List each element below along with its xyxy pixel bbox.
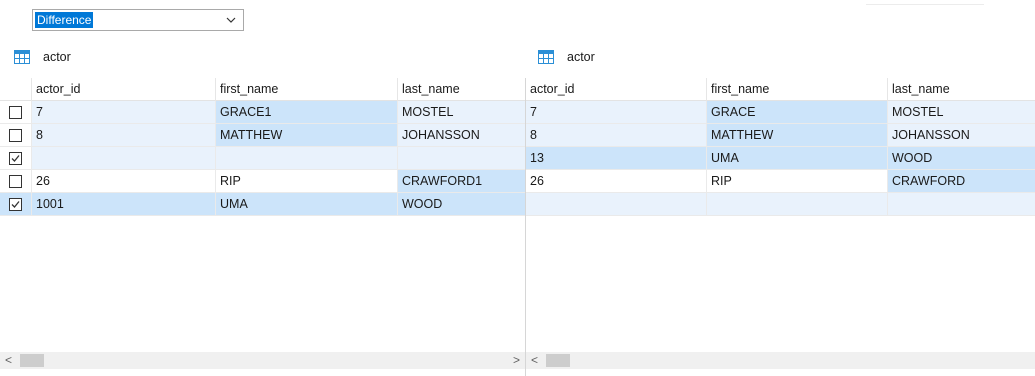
cell-actor-id[interactable]: 26 — [526, 170, 707, 193]
cell-first-name[interactable]: RIP — [707, 170, 888, 193]
scrollbar-thumb[interactable] — [20, 354, 44, 367]
table-row[interactable]: 26 RIP CRAWFORD1 — [0, 170, 525, 193]
cell-first-name[interactable]: UMA — [707, 147, 888, 170]
chevron-down-icon[interactable] — [225, 13, 237, 27]
checkbox-column-header — [0, 78, 32, 101]
column-header-last-name[interactable]: last_name — [888, 78, 1035, 101]
unchecked-checkbox[interactable] — [9, 128, 22, 142]
checked-checkbox[interactable] — [9, 151, 22, 165]
column-header-actor-id[interactable]: actor_id — [32, 78, 216, 101]
table-icon — [538, 50, 554, 64]
checkmark-icon — [11, 154, 20, 162]
top-right-divider — [866, 4, 984, 5]
cell-first-name[interactable]: MATTHEW — [707, 124, 888, 147]
row-checkbox-cell — [0, 147, 32, 170]
cell-first-name[interactable]: UMA — [216, 193, 398, 216]
cell-last-name[interactable]: MOSTEL — [398, 101, 525, 124]
column-header-first-name[interactable]: first_name — [216, 78, 398, 101]
table-row[interactable]: 7 GRACE1 MOSTEL — [0, 101, 525, 124]
table-row[interactable] — [0, 147, 525, 170]
right-header-row: actor_id first_name last_name — [526, 78, 1035, 101]
right-table-name: actor — [567, 50, 595, 64]
row-checkbox-cell — [0, 101, 32, 124]
left-panel-title: actor — [14, 47, 71, 67]
column-header-actor-id[interactable]: actor_id — [526, 78, 707, 101]
table-row[interactable] — [526, 193, 1035, 216]
right-panel-title: actor — [538, 47, 595, 67]
table-row[interactable]: 8 MATTHEW JOHANSSON — [0, 124, 525, 147]
cell-first-name[interactable]: MATTHEW — [216, 124, 398, 147]
cell-last-name[interactable]: JOHANSSON — [398, 124, 525, 147]
column-header-first-name[interactable]: first_name — [707, 78, 888, 101]
left-table-name: actor — [43, 50, 71, 64]
scroll-left-icon[interactable]: < — [526, 352, 543, 369]
row-checkbox-cell — [0, 193, 32, 216]
table-icon — [14, 50, 30, 64]
left-data-grid: actor_id first_name last_name 7 GRACE1 MOS… — [0, 78, 525, 360]
scroll-left-icon[interactable]: < — [0, 352, 17, 369]
unchecked-checkbox[interactable] — [9, 174, 22, 188]
cell-last-name[interactable]: WOOD — [888, 147, 1035, 170]
row-checkbox-cell — [0, 124, 32, 147]
table-row[interactable]: 13 UMA WOOD — [526, 147, 1035, 170]
left-header-row: actor_id first_name last_name — [0, 78, 525, 101]
cell-actor-id[interactable] — [32, 147, 216, 170]
cell-last-name[interactable]: JOHANSSON — [888, 124, 1035, 147]
cell-last-name[interactable]: CRAWFORD1 — [398, 170, 525, 193]
cell-actor-id[interactable]: 26 — [32, 170, 216, 193]
cell-last-name[interactable] — [888, 193, 1035, 216]
column-header-last-name[interactable]: last_name — [398, 78, 525, 101]
cell-last-name[interactable] — [398, 147, 525, 170]
unchecked-checkbox[interactable] — [9, 105, 22, 119]
cell-actor-id[interactable]: 8 — [526, 124, 707, 147]
checkmark-icon — [11, 200, 20, 208]
checked-checkbox[interactable] — [9, 197, 22, 211]
cell-first-name[interactable] — [707, 193, 888, 216]
table-row[interactable]: 7 GRACE MOSTEL — [526, 101, 1035, 124]
filter-selected-value: Difference — [35, 12, 94, 28]
scrollbar-thumb[interactable] — [546, 354, 570, 367]
cell-last-name[interactable]: MOSTEL — [888, 101, 1035, 124]
cell-first-name[interactable]: GRACE — [707, 101, 888, 124]
table-row[interactable]: 8 MATTHEW JOHANSSON — [526, 124, 1035, 147]
cell-first-name[interactable]: RIP — [216, 170, 398, 193]
cell-last-name[interactable]: CRAWFORD — [888, 170, 1035, 193]
cell-last-name[interactable]: WOOD — [398, 193, 525, 216]
cell-actor-id[interactable]: 13 — [526, 147, 707, 170]
cell-actor-id[interactable]: 7 — [32, 101, 216, 124]
scroll-right-icon[interactable]: > — [508, 352, 525, 369]
cell-first-name[interactable] — [216, 147, 398, 170]
right-horizontal-scrollbar[interactable]: < — [526, 352, 1035, 369]
comparison-filter-dropdown[interactable]: Difference — [32, 9, 244, 31]
table-row[interactable]: 26 RIP CRAWFORD — [526, 170, 1035, 193]
cell-actor-id[interactable]: 8 — [32, 124, 216, 147]
cell-actor-id[interactable]: 7 — [526, 101, 707, 124]
right-data-grid: actor_id first_name last_name 7 GRACE MOST… — [526, 78, 1035, 360]
cell-first-name[interactable]: GRACE1 — [216, 101, 398, 124]
cell-actor-id[interactable] — [526, 193, 707, 216]
table-row[interactable]: 1001 UMA WOOD — [0, 193, 525, 216]
left-horizontal-scrollbar[interactable]: < > — [0, 352, 525, 369]
row-checkbox-cell — [0, 170, 32, 193]
cell-actor-id[interactable]: 1001 — [32, 193, 216, 216]
